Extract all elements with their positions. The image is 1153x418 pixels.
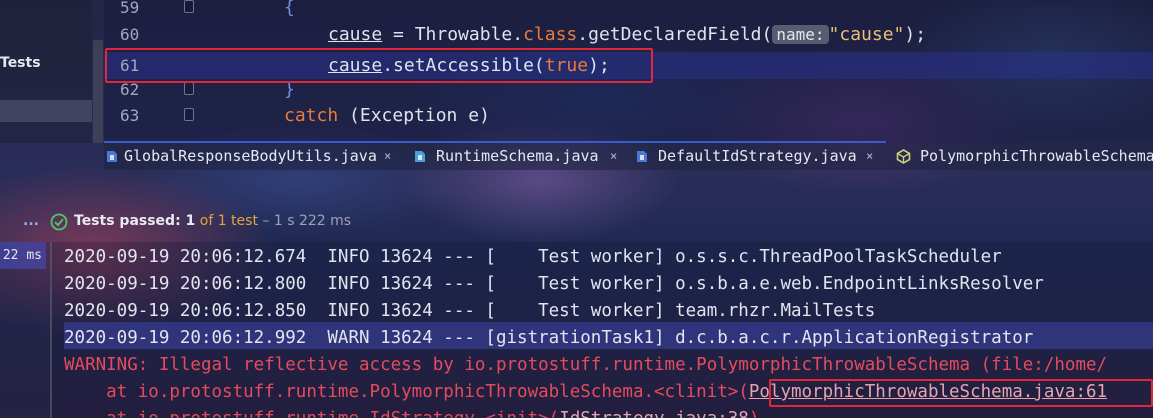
project-tree-item-tests[interactable]: Tests (0, 53, 92, 73)
test-status-summary: Tests passed: 1 of 1 test – 1 s 222 ms (74, 208, 351, 235)
line-number: 60 (120, 25, 140, 44)
tab-default-id-strategy[interactable]: DefaultIdStrategy.java × (634, 143, 886, 170)
tab-label: RuntimeSchema.java (436, 147, 599, 165)
stack-trace-text: ) (749, 409, 760, 418)
log-row: 2020-09-19 20:06:12.800 INFO 13624 --- [… (64, 274, 1044, 294)
test-duration: 22 ms (2, 248, 42, 263)
tab-label: GlobalResponseBodyUtils.java (124, 147, 377, 165)
tab-label: PolymorphicThrowableSchema (920, 147, 1153, 165)
separator: – (257, 213, 274, 229)
annotation-highlight-box (105, 48, 653, 83)
stack-trace-row: at io.protostuff.runtime.IdStrategy.<ini… (64, 406, 759, 418)
close-icon[interactable]: × (610, 143, 617, 170)
stack-trace-text: at io.protostuff.runtime.PolymorphicThro… (64, 382, 749, 402)
code-line: cause = Throwable.class.getDeclaredField… (328, 21, 926, 48)
project-panel-scrollbar[interactable] (93, 40, 103, 143)
code-line: catch (Exception e) (284, 102, 490, 129)
code-text: (Exception e) (338, 105, 490, 126)
test-duration-total: 1 s 222 ms (273, 213, 352, 229)
tab-global-response-body-utils[interactable]: GlobalResponseBodyUtils.java × (104, 143, 404, 170)
code-text: ); (904, 24, 927, 45)
source-link[interactable]: IdStrategy.java:38 (559, 409, 749, 418)
log-row: 2020-09-19 20:06:12.850 INFO 13624 --- [… (64, 301, 876, 321)
tests-passed-label: Tests passed: (74, 213, 186, 229)
line-number: 59 (120, 0, 140, 17)
code-string: "cause" (828, 24, 905, 45)
warning-row: WARNING: Illegal reflective access by io… (64, 355, 1108, 375)
read-only-class-icon (896, 149, 911, 164)
code-line: { (284, 0, 295, 21)
log-row: 2020-09-19 20:06:12.992 WARN 13624 --- [… (64, 328, 1034, 348)
test-tree-row[interactable]: 22 ms (0, 242, 46, 269)
java-class-icon (107, 151, 117, 162)
tab-runtime-schema[interactable]: RuntimeSchema.java × (412, 143, 627, 170)
code-variable: cause (328, 24, 383, 45)
java-class-icon (415, 151, 425, 162)
project-panel: Tests (0, 0, 92, 143)
fold-marker-icon[interactable] (184, 0, 194, 13)
log-row: 2020-09-19 20:06:12.674 INFO 13624 --- [… (64, 247, 1002, 267)
fold-marker-icon[interactable] (184, 108, 194, 121)
more-options-icon[interactable]: ... (23, 208, 39, 235)
tab-label: DefaultIdStrategy.java (658, 147, 857, 165)
code-text: = Throwable. (382, 24, 524, 45)
stack-trace-text: at io.protostuff.runtime.IdStrategy.<ini… (64, 409, 559, 418)
close-icon[interactable]: × (384, 143, 391, 170)
code-keyword: class (523, 24, 578, 45)
java-class-icon (637, 151, 647, 162)
tests-total: of 1 test (199, 213, 258, 229)
editor-tab-bar: GlobalResponseBodyUtils.java × RuntimeSc… (104, 141, 1153, 170)
open-brace: { (284, 0, 295, 18)
project-tree-selected-item[interactable] (0, 100, 92, 122)
run-tool-window-header: ... Tests passed: 1 of 1 test – 1 s 222 … (0, 208, 1153, 235)
close-icon[interactable]: × (866, 143, 873, 170)
annotation-highlight-box (769, 379, 1153, 407)
line-number: 63 (120, 106, 140, 125)
code-keyword: catch (284, 105, 339, 126)
check-icon (50, 213, 68, 231)
tab-polymorphic-throwable-schema[interactable]: PolymorphicThrowableSchema (896, 143, 1153, 170)
parameter-hint: name: (772, 25, 829, 44)
test-results-tree: 22 ms (0, 242, 50, 418)
tests-passed-count: 1 (185, 213, 196, 229)
code-text: .getDeclaredField( (577, 24, 773, 45)
fold-marker-icon[interactable] (184, 82, 194, 95)
